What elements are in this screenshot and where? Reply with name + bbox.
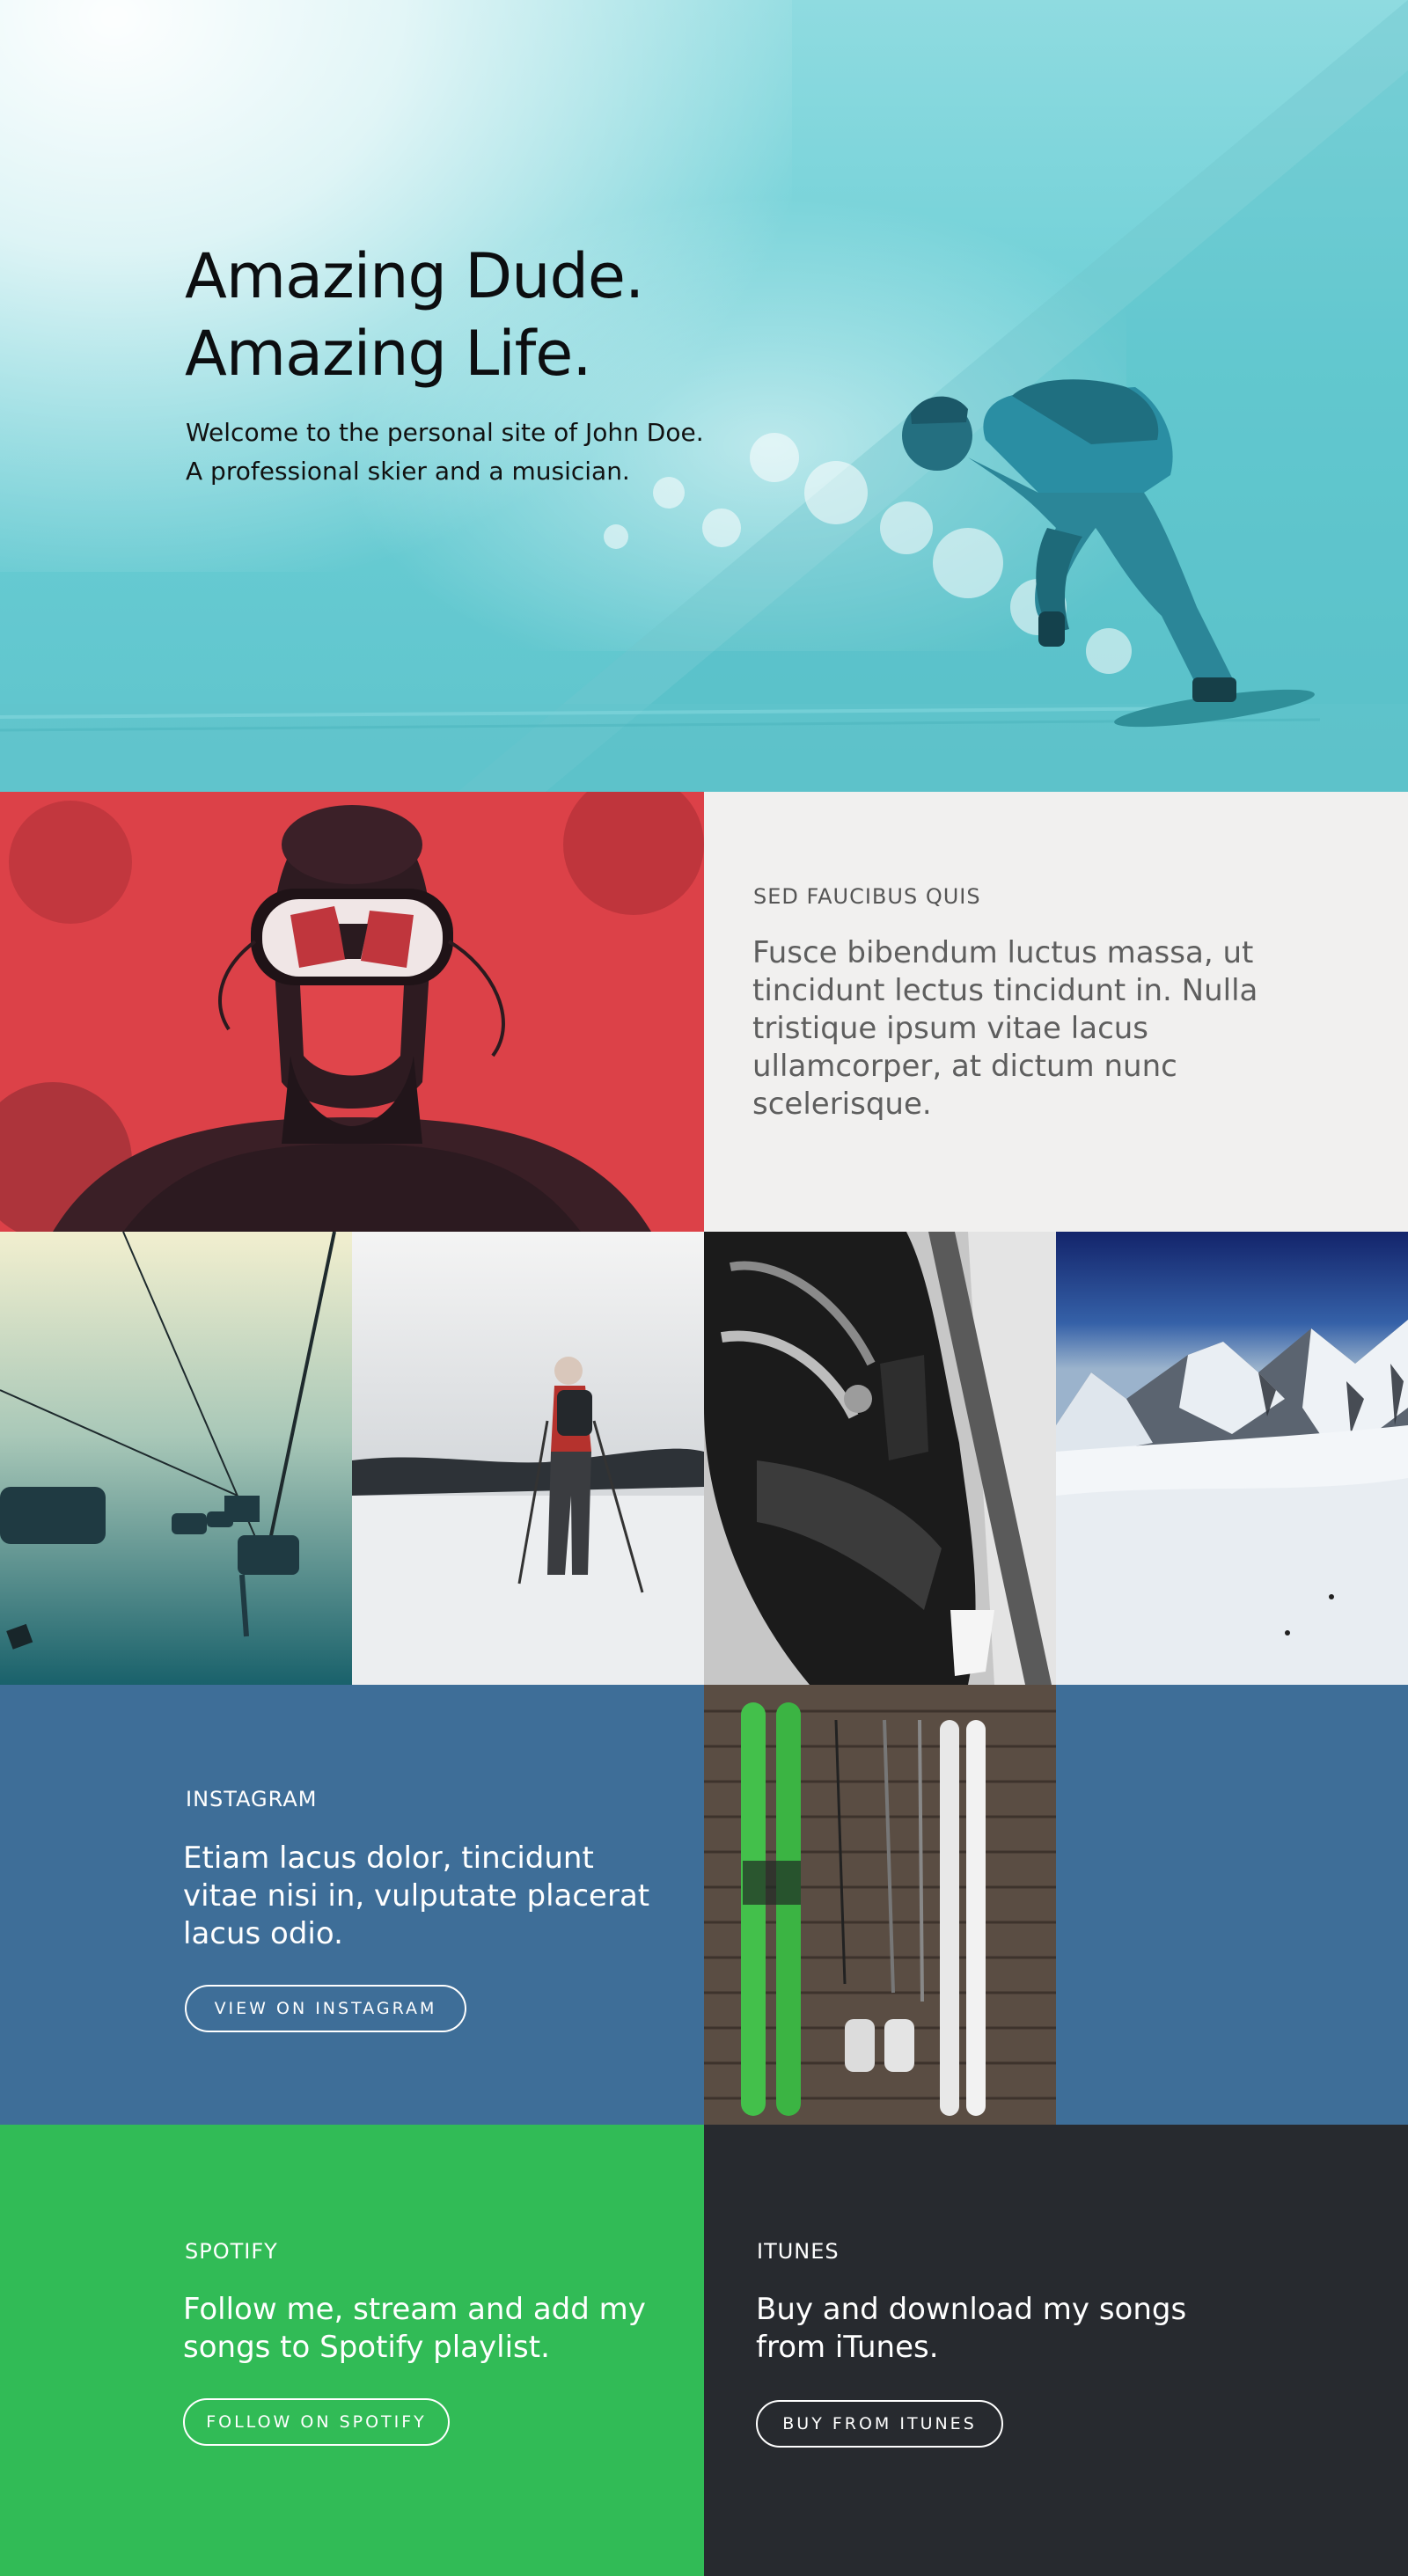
spotify-eyebrow: SPOTIFY [185, 2239, 278, 2264]
instagram-eyebrow: INSTAGRAM [186, 1787, 318, 1811]
spotify-text: Follow me, stream and add my songs to Sp… [183, 2292, 646, 2365]
follow-on-spotify-button[interactable]: FOLLOW ON SPOTIFY [183, 2398, 450, 2446]
hiker-photo [352, 1232, 704, 1685]
view-on-instagram-button[interactable]: VIEW ON INSTAGRAM [185, 1985, 466, 2032]
mountains-photo [1056, 1232, 1408, 1685]
hero-subtitle-line-2: A professional skier and a musician. [186, 457, 630, 486]
goggles-portrait-art [0, 792, 704, 1232]
instagram-side-panel [1056, 1685, 1408, 2125]
about-text: Fusce bibendum luctus massa, ut tincidun… [752, 935, 1258, 1122]
itunes-text: Buy and download my songs from iTunes. [756, 2292, 1187, 2365]
hero-title-line-1: Amazing Dude. [185, 240, 644, 312]
hero-section: Amazing Dude. Amazing Life. Welcome to t… [0, 0, 1408, 792]
itunes-eyebrow: ITUNES [757, 2239, 840, 2264]
skis-on-deck-photo [704, 1685, 1056, 2125]
hero-subtitle-line-1: Welcome to the personal site of John Doe… [186, 418, 704, 447]
skier-portrait-image [0, 792, 704, 1232]
hero-title: Amazing Dude. Amazing Life. [185, 238, 889, 392]
about-eyebrow: SED FAUCIBUS QUIS [753, 884, 981, 909]
buy-from-itunes-button[interactable]: BUY FROM ITUNES [756, 2400, 1003, 2448]
ski-boot-photo [704, 1232, 1056, 1685]
hero-subtitle: Welcome to the personal site of John Doe… [186, 413, 978, 491]
chairlift-photo [0, 1232, 352, 1685]
snowboarder-image [0, 0, 1408, 792]
hero-title-line-2: Amazing Life. [185, 318, 592, 390]
instagram-text: Etiam lacus dolor, tincidunt vitae nisi … [183, 1841, 650, 1951]
